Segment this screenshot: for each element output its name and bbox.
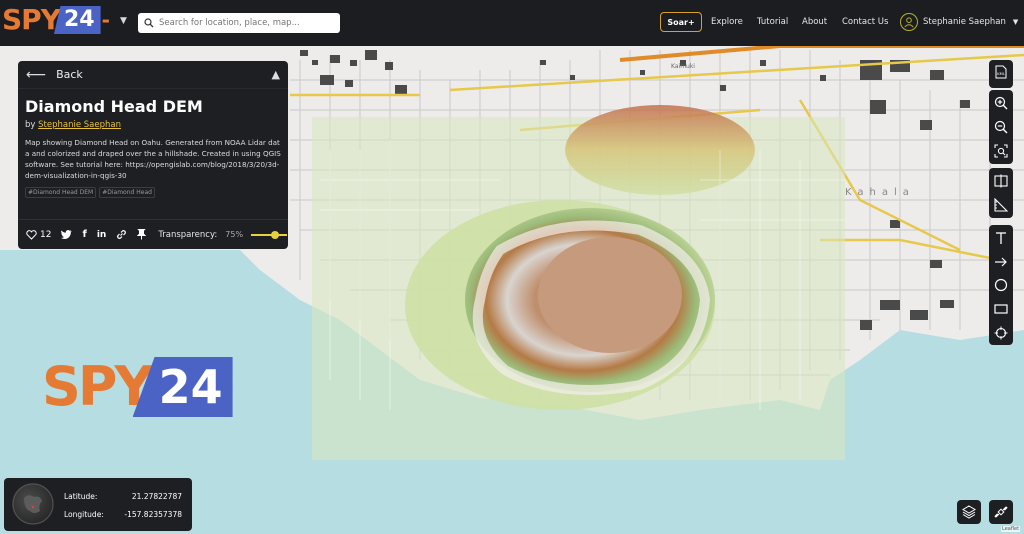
zoom-toolbar [989, 90, 1013, 164]
transparency-slider[interactable] [251, 230, 288, 239]
spy24-watermark-logo: SPY 24 [42, 357, 233, 417]
transparency-value: 75% [225, 230, 244, 239]
circle-tool-button[interactable] [989, 274, 1013, 298]
user-name: Stephanie Saephan [923, 17, 1006, 27]
compare-icon [994, 174, 1008, 188]
circle-icon [994, 279, 1008, 292]
user-avatar-icon [900, 13, 918, 31]
twitter-share-icon[interactable] [61, 230, 72, 239]
pin-icon[interactable] [137, 229, 147, 240]
kml-toolbar: KML [989, 60, 1013, 88]
tag-list: #Diamond Head DEM #Diamond Head [25, 187, 288, 198]
map-title: Diamond Head DEM [25, 97, 203, 116]
satellite-button[interactable] [989, 500, 1013, 524]
author-prefix: by [25, 120, 36, 130]
map-label-kahala: Kahala [845, 187, 915, 198]
svg-text:KML: KML [997, 72, 1004, 76]
rectangle-tool-button[interactable] [989, 297, 1013, 321]
longitude-value: -157.82357378 [124, 510, 182, 519]
search-icon [144, 18, 154, 28]
zoom-extent-icon [994, 144, 1008, 158]
collapse-chevron-icon[interactable]: ▲ [272, 68, 280, 81]
rectangle-icon [994, 304, 1008, 314]
search-bar[interactable] [138, 13, 340, 33]
logo-number: 24 [53, 6, 101, 34]
back-button-label[interactable]: Back [56, 68, 83, 81]
latitude-value: 21.27822787 [131, 492, 182, 501]
zoom-out-button[interactable] [989, 115, 1013, 139]
nav-tutorial[interactable]: Tutorial [757, 17, 788, 27]
tag-chip[interactable]: #Diamond Head DEM [25, 187, 97, 198]
analysis-toolbar [989, 168, 1013, 218]
map-author-line: by Stephanie Saephan [25, 120, 288, 130]
zoom-in-button[interactable] [989, 91, 1013, 115]
zoom-to-extent-button[interactable] [989, 139, 1013, 163]
minimap-globe-icon[interactable] [12, 483, 54, 525]
panel-actions: 12 f in Transparency: 75% [18, 219, 288, 249]
back-arrow-icon[interactable]: ⟵ [26, 67, 46, 83]
coordinates-panel: Latitude: 21.27822787 Longitude: -157.82… [4, 478, 192, 531]
tag-chip[interactable]: #Diamond Head [99, 187, 155, 198]
measure-button[interactable] [989, 193, 1013, 217]
logo-dash: - [101, 8, 110, 32]
latitude-row: Latitude: 21.27822787 [64, 492, 182, 501]
copy-link-icon[interactable] [116, 229, 127, 240]
transparency-label: Transparency: [158, 229, 218, 240]
search-input[interactable] [159, 18, 329, 28]
satellite-icon [994, 506, 1008, 518]
nav-about[interactable]: About [802, 17, 827, 27]
nav-explore[interactable]: Explore [711, 17, 743, 27]
map-info-panel: ⟵ Back ▲ Diamond Head DEM by Stephanie S… [18, 61, 288, 249]
map-description: Map showing Diamond Head on Oahu. Genera… [25, 138, 281, 180]
draw-toolbar [989, 225, 1013, 345]
panel-header[interactable]: ⟵ Back ▲ [18, 61, 288, 89]
text-icon [996, 232, 1006, 244]
logo-dropdown-chevron-icon[interactable]: ▼ [120, 16, 127, 26]
like-button[interactable]: 12 [26, 230, 51, 240]
crosshair-icon [994, 326, 1008, 340]
map-label-kaimuki: Kaimuki [671, 63, 695, 70]
nav-contact-us[interactable]: Contact Us [842, 17, 888, 27]
spy24-logo[interactable]: SPY 24 - [2, 4, 110, 36]
arrow-right-icon [995, 257, 1007, 267]
zoom-out-icon [994, 120, 1008, 134]
kml-upload-button[interactable]: KML [989, 60, 1013, 84]
layers-icon [962, 505, 976, 519]
transparency-slider-handle[interactable] [271, 230, 280, 239]
top-navigation-bar: SPY 24 - ▼ Soar+ Explore Tutorial About … [0, 0, 1024, 46]
arrow-tool-button[interactable] [989, 250, 1013, 274]
zoom-in-icon [994, 96, 1008, 110]
point-tool-button[interactable] [989, 321, 1013, 345]
longitude-label: Longitude: [64, 510, 104, 519]
compare-button[interactable] [989, 169, 1013, 193]
watermark-text: SPY [42, 355, 154, 418]
soar-plus-button[interactable]: Soar+ [660, 12, 702, 32]
logo-text: SPY [2, 3, 61, 36]
author-link[interactable]: Stephanie Saephan [38, 120, 121, 130]
longitude-row: Longitude: -157.82357378 [64, 510, 182, 519]
like-count: 12 [40, 229, 52, 240]
user-menu-chevron-icon: ▼ [1012, 18, 1019, 26]
linkedin-share-icon[interactable]: in [97, 230, 107, 240]
heart-icon [26, 229, 37, 240]
facebook-share-icon[interactable]: f [82, 229, 86, 240]
layers-button[interactable] [957, 500, 981, 524]
user-menu[interactable]: Stephanie Saephan ▼ [900, 13, 1018, 31]
text-tool-button[interactable] [989, 226, 1013, 250]
ruler-icon [994, 198, 1008, 212]
kml-file-icon: KML [995, 65, 1007, 79]
leaflet-attribution[interactable]: Leaflet [1001, 526, 1021, 532]
latitude-label: Latitude: [64, 492, 98, 501]
